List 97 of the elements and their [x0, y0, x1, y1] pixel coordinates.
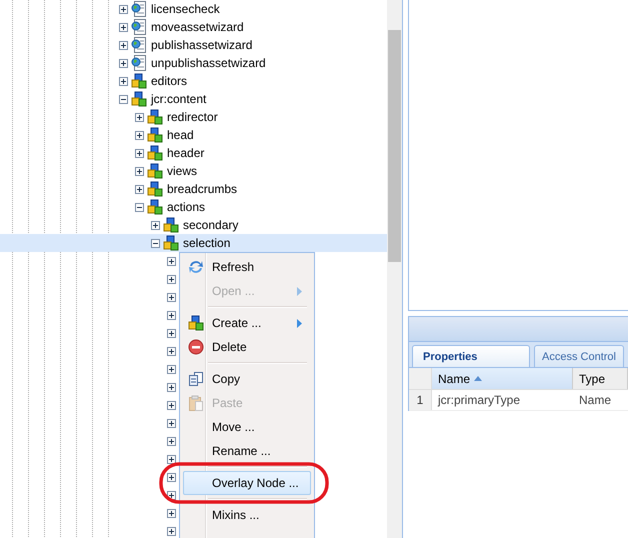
expand-icon[interactable]: [167, 292, 176, 302]
page-globe-icon: [131, 55, 147, 71]
tree-row[interactable]: moveassetwizard: [0, 18, 244, 36]
tree-row[interactable]: actions: [0, 198, 206, 216]
node-label: head: [167, 128, 194, 142]
expand-icon[interactable]: [167, 526, 176, 536]
tree-row[interactable]: licensecheck: [0, 0, 220, 18]
page-globe-icon: [131, 19, 147, 35]
cubes-icon: [131, 91, 147, 107]
node-label: header: [167, 146, 204, 160]
tab[interactable]: Access Control: [534, 345, 624, 367]
collapse-icon[interactable]: [119, 94, 128, 104]
expand-icon[interactable]: [167, 418, 176, 428]
node-label: views: [167, 164, 198, 178]
node-label: unpublishassetwizard: [151, 56, 266, 70]
expand-icon[interactable]: [135, 130, 144, 140]
cubes-icon: [188, 315, 204, 331]
menu-item[interactable]: Overlay Node ...: [183, 471, 311, 495]
tree-row[interactable]: breadcrumbs: [0, 180, 238, 198]
row-number: 1: [409, 390, 432, 410]
expand-icon[interactable]: [167, 508, 176, 518]
cubes-icon: [147, 181, 163, 197]
expand-icon[interactable]: [119, 58, 128, 68]
tree-row[interactable]: jcr:content: [0, 90, 206, 108]
tree-row[interactable]: selection: [0, 234, 387, 252]
cubes-icon: [147, 145, 163, 161]
cubes-icon: [163, 235, 179, 251]
expand-icon[interactable]: [167, 382, 176, 392]
node-label: actions: [167, 200, 206, 214]
column-label: Name: [438, 372, 470, 386]
expand-icon[interactable]: [167, 364, 176, 374]
tree-row[interactable]: head: [0, 126, 194, 144]
cubes-icon: [147, 199, 163, 215]
submenu-arrow-icon: [297, 318, 302, 328]
sort-ascending-icon: [474, 376, 482, 381]
expand-icon[interactable]: [119, 4, 128, 14]
collapse-icon[interactable]: [135, 202, 144, 212]
tree-row[interactable]: header: [0, 144, 204, 162]
tree-row[interactable]: redirector: [0, 108, 218, 126]
tree-row[interactable]: unpublishassetwizard: [0, 54, 266, 72]
expand-icon[interactable]: [167, 490, 176, 500]
expand-icon[interactable]: [135, 112, 144, 122]
page-globe-icon: [131, 37, 147, 53]
cubes-icon: [163, 217, 179, 233]
node-label: moveassetwizard: [151, 20, 244, 34]
node-label: selection: [183, 236, 230, 250]
expand-icon[interactable]: [167, 274, 176, 284]
expand-icon[interactable]: [135, 184, 144, 194]
column-header[interactable]: Type: [573, 368, 628, 389]
copy-icon: [188, 371, 204, 387]
expand-icon[interactable]: [167, 400, 176, 410]
scrollbar-track[interactable]: [387, 0, 403, 538]
menu-item[interactable]: Move ...: [183, 415, 311, 439]
node-label: breadcrumbs: [167, 182, 238, 196]
expand-icon[interactable]: [135, 148, 144, 158]
submenu-arrow-icon: [297, 286, 302, 296]
node-label: redirector: [167, 110, 218, 124]
expand-icon[interactable]: [167, 436, 176, 446]
expand-icon[interactable]: [167, 346, 176, 356]
cubes-icon: [147, 163, 163, 179]
column-header[interactable]: Name: [432, 368, 573, 389]
tree-row[interactable]: secondary: [0, 216, 238, 234]
node-label: licensecheck: [151, 2, 220, 16]
expand-icon[interactable]: [167, 472, 176, 482]
expand-icon[interactable]: [167, 454, 176, 464]
node-label: publishassetwizard: [151, 38, 252, 52]
menu-item[interactable]: Rename ...: [183, 439, 311, 463]
node-label: editors: [151, 74, 188, 88]
menu-item[interactable]: Delete: [183, 335, 311, 359]
expand-icon[interactable]: [135, 166, 144, 176]
expand-icon[interactable]: [151, 220, 160, 230]
cubes-icon: [147, 109, 163, 125]
refresh-icon: [188, 259, 204, 275]
table-cell-text: Name: [578, 392, 612, 409]
tree-row[interactable]: views: [0, 162, 198, 180]
tree-row[interactable]: editors: [0, 72, 188, 90]
node-label: jcr:content: [151, 92, 206, 106]
expand-icon[interactable]: [167, 328, 176, 338]
expand-icon[interactable]: [119, 40, 128, 50]
menu-item[interactable]: Mixins ...: [183, 503, 311, 527]
expand-icon[interactable]: [119, 22, 128, 32]
tab[interactable]: Properties: [412, 345, 530, 367]
menu-item[interactable]: Refresh: [183, 255, 311, 279]
column-label: Type: [579, 372, 606, 386]
cubes-icon: [147, 127, 163, 143]
collapse-icon[interactable]: [151, 238, 160, 248]
node-label: secondary: [183, 218, 238, 232]
expand-icon[interactable]: [167, 256, 176, 266]
clipboard-icon: [188, 395, 204, 411]
scrollbar-thumb[interactable]: [388, 30, 401, 262]
expand-icon[interactable]: [119, 76, 128, 86]
menu-item[interactable]: Copy: [183, 367, 311, 391]
cubes-icon: [131, 73, 147, 89]
expand-icon[interactable]: [167, 310, 176, 320]
menu-item[interactable]: Create ...: [183, 311, 311, 335]
tree-row[interactable]: publishassetwizard: [0, 36, 252, 54]
table-cell-text: jcr:primaryType: [436, 392, 522, 409]
